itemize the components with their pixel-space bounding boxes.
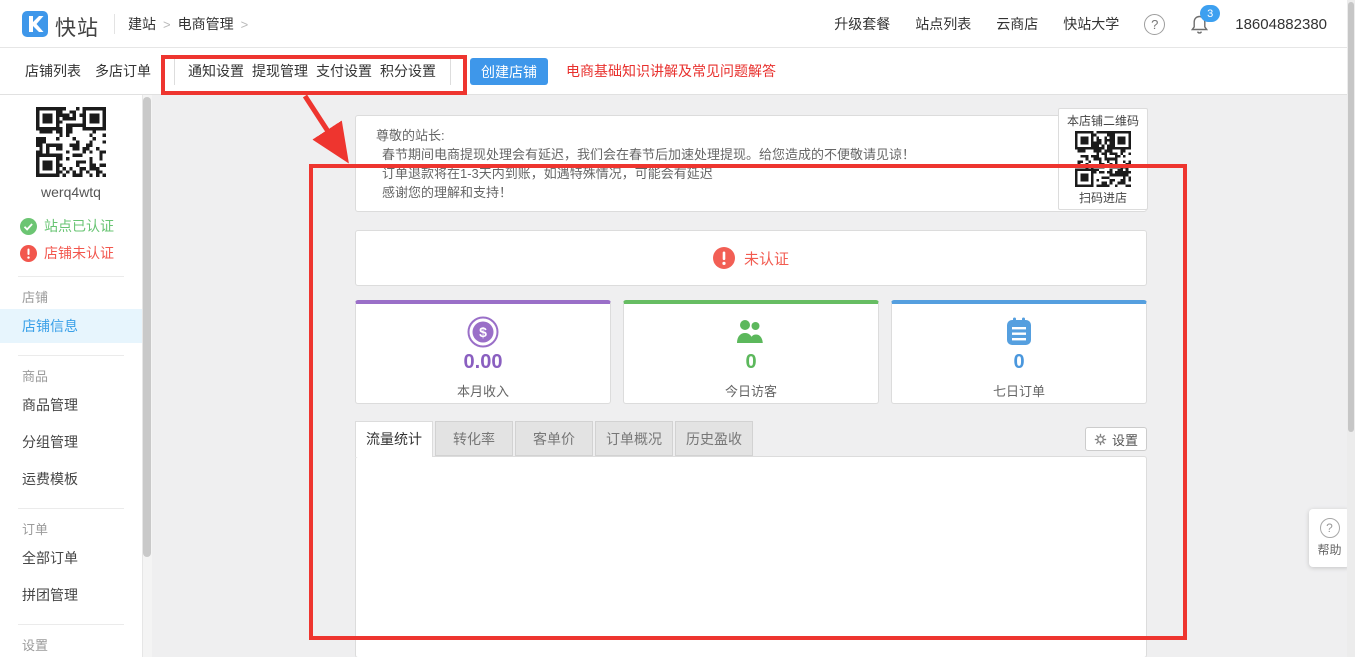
notice-line: 尊敬的站长: [376,126,1126,145]
shop-qr-title: 本店铺二维码 [1059,112,1147,129]
analytics-tabs: 流量统计 转化率 客单价 订单概况 历史盈收 [355,421,755,457]
tab-withdraw-management[interactable]: 提现管理 [252,48,308,95]
unverified-label: 未认证 [744,248,789,269]
help-label: 帮助 [1309,541,1350,558]
logo-text: 快站 [55,12,99,42]
breadcrumb: 建站 > 电商管理 > [128,0,248,48]
annotation-arrow [305,96,344,156]
shop-qr-caption: 扫码进店 [1059,189,1147,206]
stat-card-monthly-income: $ 0.00 本月收入 [355,300,611,404]
analytics-settings-button[interactable]: 设置 [1085,427,1147,451]
tab-order-overview[interactable]: 订单概况 [595,421,673,456]
shop-toolbar: 店铺列表 多店订单 通知设置 提现管理 支付设置 积分设置 创建店铺 电商基础知… [0,48,1355,95]
shop-qr-card: 本店铺二维码 扫码进店 [1058,108,1148,210]
chevron-right-icon: > [241,17,249,32]
stat-value: 0 [624,351,878,374]
toolbar-divider [174,58,175,85]
sidebar-item-shipping-template[interactable]: 运费模板 [0,462,142,496]
stat-label: 七日订单 [892,381,1146,400]
question-mark-icon: ? [1320,518,1340,538]
stat-card-today-visitors: 0 今日访客 [623,300,879,404]
sidebar-item-product-management[interactable]: 商品管理 [0,388,142,422]
notice-line: 订单退款将在1-3天内到账，如遇特殊情况，可能会有延迟 [376,164,1126,183]
tab-avg-order-value[interactable]: 客单价 [515,421,593,456]
site-qr-code [36,107,106,177]
stat-label: 今日访客 [624,381,878,400]
tab-history-revenue[interactable]: 历史盈收 [675,421,753,456]
sidebar-item-group-management[interactable]: 分组管理 [0,425,142,459]
notification-count-badge: 3 [1200,5,1220,22]
notice-line: 感谢您的理解和支持！ [376,183,1126,202]
header-right-nav: 升级套餐 站点列表 云商店 快站大学 ? 3 18604882380 [834,0,1327,48]
nav-site-list[interactable]: 站点列表 [915,14,971,34]
exclamation-circle-icon [20,245,37,262]
sidebar-section-products: 商品 [22,366,142,385]
sidebar-section-settings: 设置 [22,635,142,654]
sidebar: werq4wtq 站点已认证 店铺未认证 店铺 店铺信息 商品 商品管理 分组管… [0,95,142,657]
top-header: 快站 建站 > 电商管理 > 升级套餐 站点列表 云商店 快站大学 ? 3 18… [0,0,1355,48]
page-scrollbar-thumb[interactable] [1348,2,1354,432]
site-verified-badge: 站点已认证 [20,215,142,237]
holiday-notice-card: 尊敬的站长: 春节期间电商提现处理会有延迟，我们会在春节后加速处理提现。给您造成… [355,115,1147,212]
sidebar-scrollbar-thumb[interactable] [143,97,151,557]
unverified-banner: 未认证 [355,230,1147,286]
gear-icon [1094,433,1107,446]
kuaizhan-logo-icon [22,11,48,42]
nav-kuaizhan-college[interactable]: 快站大学 [1063,14,1119,34]
svg-text:$: $ [479,324,487,340]
shop-unverified-label: 店铺未认证 [44,243,114,263]
sidebar-item-group-buy-management[interactable]: 拼团管理 [0,578,142,612]
sidebar-section-orders: 订单 [22,519,142,538]
sidebar-divider [18,624,124,625]
ecommerce-faq-link[interactable]: 电商基础知识讲解及常见问题解答 [566,48,776,95]
sidebar-section-shop: 店铺 [22,287,142,306]
notice-line: 春节期间电商提现处理会有延迟，我们会在春节后加速处理提现。给您造成的不便敬请见谅… [376,145,1126,164]
verification-badges: 站点已认证 店铺未认证 [20,215,142,264]
brand-logo[interactable]: 快站 [22,11,99,42]
create-shop-button[interactable]: 创建店铺 [470,58,548,85]
exclamation-circle-icon [713,247,735,269]
tab-conversion-rate[interactable]: 转化率 [435,421,513,456]
stat-label: 本月收入 [356,381,610,400]
stat-card-week-orders: 0 七日订单 [891,300,1147,404]
help-floating-button[interactable]: ? 帮助 [1309,509,1350,567]
tab-points-settings[interactable]: 积分设置 [380,48,436,95]
coin-icon: $ [356,315,610,349]
shop-qr-code [1075,131,1131,187]
tab-traffic-stats[interactable]: 流量统计 [355,421,433,457]
site-code-label: werq4wtq [0,184,142,200]
orders-icon [892,315,1146,349]
stat-value: 0 [892,351,1146,374]
traffic-chart-panel [355,456,1147,657]
tab-notification-settings[interactable]: 通知设置 [188,48,244,95]
nav-upgrade-plan[interactable]: 升级套餐 [834,14,890,34]
tab-shop-list[interactable]: 店铺列表 [25,48,81,95]
site-verified-label: 站点已认证 [44,216,114,236]
sidebar-divider [18,276,124,277]
visitors-icon [624,315,878,349]
help-icon[interactable]: ? [1144,14,1165,35]
notifications-button[interactable]: 3 [1190,13,1210,35]
account-phone[interactable]: 18604882380 [1235,16,1327,33]
sidebar-item-shop-info[interactable]: 店铺信息 [0,309,142,343]
stat-value: 0.00 [356,351,610,374]
app-window: 快站 建站 > 电商管理 > 升级套餐 站点列表 云商店 快站大学 ? 3 18… [0,0,1355,657]
header-divider [114,14,115,34]
shop-unverified-badge: 店铺未认证 [20,242,142,264]
breadcrumb-site[interactable]: 建站 [128,14,156,34]
check-circle-icon [20,218,37,235]
breadcrumb-ecommerce[interactable]: 电商管理 [178,14,234,34]
toolbar-divider [450,58,451,85]
nav-cloud-shop[interactable]: 云商店 [996,14,1038,34]
settings-button-label: 设置 [1112,430,1138,449]
chevron-right-icon: > [163,17,171,32]
tab-multi-shop-orders[interactable]: 多店订单 [95,48,151,95]
tab-payment-settings[interactable]: 支付设置 [316,48,372,95]
sidebar-divider [18,508,124,509]
sidebar-item-all-orders[interactable]: 全部订单 [0,541,142,575]
sidebar-divider [18,355,124,356]
